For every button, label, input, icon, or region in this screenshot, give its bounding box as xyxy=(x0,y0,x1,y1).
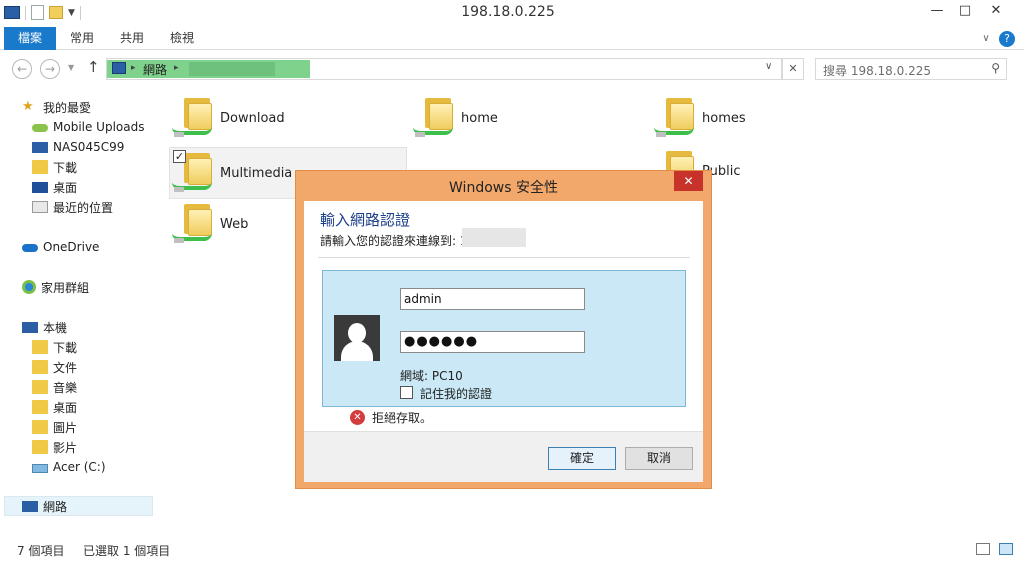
address-dropdown-icon[interactable]: ∨ xyxy=(765,61,772,72)
dialog-close-button[interactable]: ✕ xyxy=(674,171,703,191)
nav-recent-places[interactable]: 最近的位置 xyxy=(32,197,113,217)
documents-folder-icon xyxy=(32,360,48,374)
desktop-folder-icon xyxy=(32,400,48,414)
folder-homes[interactable]: homes xyxy=(652,92,888,144)
nav-homegroup[interactable]: 家用群組 xyxy=(22,277,89,297)
homegroup-icon xyxy=(22,280,36,294)
cloud-icon xyxy=(32,124,48,132)
network-folder-icon xyxy=(652,95,694,141)
credential-dialog: Windows 安全性 ✕ 輸入網路認證 請輸入您的認證來連線到: 1! adm… xyxy=(295,170,712,489)
username-input[interactable]: admin xyxy=(400,288,585,310)
network-folder-icon xyxy=(170,95,212,141)
maximize-button[interactable]: □ xyxy=(954,0,976,20)
star-icon: ★ xyxy=(22,99,34,114)
nav-desktop-fav[interactable]: 桌面 xyxy=(32,177,77,197)
dialog-footer: 確定 取消 xyxy=(304,431,703,482)
folder-download[interactable]: Download xyxy=(170,92,406,144)
tab-home[interactable]: 常用 xyxy=(64,27,100,50)
credential-panel: admin ●●●●●● 網域: PC10 記住我的認證 xyxy=(322,270,686,407)
network-folder-icon xyxy=(411,95,453,141)
search-icon[interactable]: ⚲ xyxy=(991,61,1000,75)
close-button[interactable]: ✕ xyxy=(976,0,1016,20)
breadcrumb-separator: ▸ xyxy=(131,63,136,73)
divider xyxy=(318,257,690,258)
downloads-folder-icon xyxy=(32,340,48,354)
dialog-body: 輸入網路認證 請輸入您的認證來連線到: 1! admin ●●●●●● 網域: … xyxy=(304,201,703,482)
selected-count: 已選取 1 個項目 xyxy=(83,544,171,558)
computer-icon xyxy=(32,141,48,153)
item-count: 7 個項目 xyxy=(17,544,65,558)
breadcrumb-separator: ▸ xyxy=(174,63,179,73)
network-icon xyxy=(22,500,38,512)
pictures-folder-icon xyxy=(32,420,48,434)
remember-label[interactable]: 記住我的認證 xyxy=(420,385,492,402)
recent-locations-icon[interactable]: ▼ xyxy=(68,63,74,72)
videos-folder-icon xyxy=(32,440,48,454)
details-view-icon[interactable] xyxy=(976,543,990,555)
nav-nas[interactable]: NAS045C99 xyxy=(32,137,124,157)
navigation-bar: ← → ▼ ↑ ▸ 網路 ▸ ∨ ✕ 搜尋 198.18.0.225 ⚲ xyxy=(0,50,1024,88)
error-text: 拒絕存取。 xyxy=(372,411,433,425)
navigation-pane: ★ 我的最愛 Mobile Uploads NAS045C99 下載 桌面 最近… xyxy=(0,88,156,528)
error-icon: ✕ xyxy=(350,410,365,425)
nav-videos[interactable]: 影片 xyxy=(32,437,77,457)
dialog-heading: 輸入網路認證 xyxy=(320,211,411,229)
folder-select-checkbox[interactable]: ✓ xyxy=(173,150,186,163)
up-button[interactable]: ↑ xyxy=(87,58,100,76)
network-folder-icon xyxy=(170,201,212,247)
nav-drive-c[interactable]: Acer (C:) xyxy=(32,457,106,477)
folder-home[interactable]: home xyxy=(411,92,647,144)
search-placeholder: 搜尋 198.18.0.225 xyxy=(823,64,931,78)
dialog-title: Windows 安全性 xyxy=(449,180,558,196)
drive-icon xyxy=(32,464,48,473)
user-avatar-icon xyxy=(334,315,380,361)
refresh-button[interactable]: ✕ xyxy=(782,58,804,80)
remember-checkbox[interactable] xyxy=(400,386,413,399)
nav-music[interactable]: 音樂 xyxy=(32,377,77,397)
dialog-subheading: 請輸入您的認證來連線到: 1! xyxy=(320,234,473,248)
nav-favorites[interactable]: ★ 我的最愛 xyxy=(22,97,91,117)
cancel-button[interactable]: 取消 xyxy=(625,447,693,470)
tab-file[interactable]: 檔案 xyxy=(4,27,56,50)
address-bar[interactable]: ▸ 網路 ▸ ∨ xyxy=(106,58,782,80)
tab-share[interactable]: 共用 xyxy=(114,27,150,50)
nav-this-pc[interactable]: 本機 xyxy=(22,317,67,337)
nav-downloads-fav[interactable]: 下載 xyxy=(32,157,77,177)
window-title: 198.18.0.225 xyxy=(461,4,555,20)
large-icons-view-icon[interactable] xyxy=(999,543,1013,555)
ribbon-tabs: 檔案 常用 共用 檢視 ∨ ? xyxy=(0,27,1024,50)
recent-places-icon xyxy=(32,201,48,213)
music-folder-icon xyxy=(32,380,48,394)
nav-documents[interactable]: 文件 xyxy=(32,357,77,377)
this-pc-icon xyxy=(22,321,38,333)
network-icon xyxy=(112,62,126,74)
desktop-icon xyxy=(32,181,48,193)
tab-view[interactable]: 檢視 xyxy=(164,27,200,50)
status-bar: 7 個項目 已選取 1 個項目 xyxy=(0,536,1024,564)
title-bar: ▼ 198.18.0.225 — □ ✕ xyxy=(0,0,1024,27)
nav-mobile-uploads[interactable]: Mobile Uploads xyxy=(32,117,144,137)
forward-button[interactable]: → xyxy=(40,59,60,79)
nav-network[interactable]: 網路 xyxy=(4,496,153,516)
nav-pictures[interactable]: 圖片 xyxy=(32,417,77,437)
error-message: ✕ 拒絕存取。 xyxy=(350,409,432,426)
ribbon-expand-icon[interactable]: ∨ xyxy=(978,27,994,50)
help-icon[interactable]: ? xyxy=(999,31,1015,47)
onedrive-icon xyxy=(22,244,38,252)
search-field[interactable]: 搜尋 198.18.0.225 ⚲ xyxy=(815,58,1007,80)
password-input[interactable]: ●●●●●● xyxy=(400,331,585,353)
nav-desktop[interactable]: 桌面 xyxy=(32,397,77,417)
back-button[interactable]: ← xyxy=(12,59,32,79)
redacted-host xyxy=(189,62,275,76)
breadcrumb-network[interactable]: 網路 xyxy=(143,61,167,78)
ok-button[interactable]: 確定 xyxy=(548,447,616,470)
domain-label: 網域: PC10 xyxy=(400,369,463,383)
redacted-address xyxy=(462,228,526,247)
minimize-button[interactable]: — xyxy=(920,0,954,20)
nav-downloads[interactable]: 下載 xyxy=(32,337,77,357)
nav-onedrive[interactable]: OneDrive xyxy=(22,237,99,257)
downloads-folder-icon xyxy=(32,160,48,174)
